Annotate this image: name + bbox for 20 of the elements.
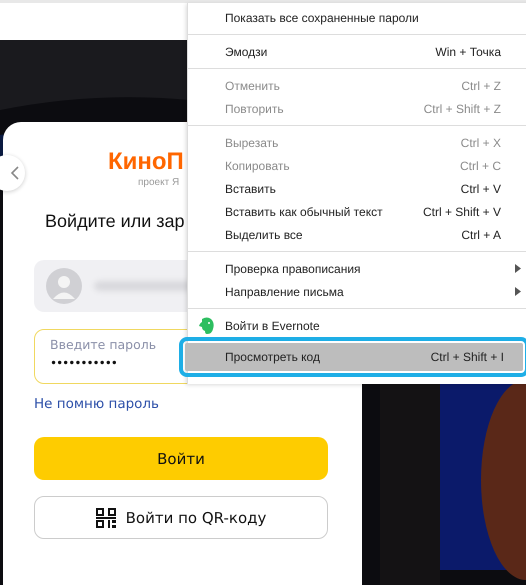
logo-caption: проект Я xyxy=(138,176,180,190)
field-value: ••••••••••• xyxy=(50,355,117,372)
qr-login-button[interactable]: Войти по QR-коду xyxy=(34,496,328,539)
heading: Войдите или зар xyxy=(45,210,185,233)
login-button[interactable]: Войти xyxy=(34,437,328,480)
menu-item[interactable]: Вставить Ctrl + V xyxy=(188,177,526,200)
menu-item[interactable]: Проверка правописания xyxy=(188,257,526,280)
menu-item[interactable]: Направление письма xyxy=(188,280,526,303)
chevron-left-icon xyxy=(10,165,20,181)
avatar-icon xyxy=(46,268,82,304)
forgot-password-link[interactable]: Не помню пароль xyxy=(34,395,160,413)
elephant-icon xyxy=(198,316,214,334)
menu-item[interactable]: Вставить как обычный текст Ctrl + Shift + V xyxy=(188,200,526,223)
menu-item[interactable]: Выделить все Ctrl + A xyxy=(188,223,526,246)
field-label: Введите пароль xyxy=(50,337,156,353)
menu-item[interactable]: Показать все сохраненные пароли xyxy=(188,6,526,29)
logo-text: КиноП xyxy=(108,148,184,176)
menu-item[interactable]: Эмодзи Win + Точка xyxy=(188,40,526,63)
qr-code-icon xyxy=(96,508,116,528)
menu-item[interactable]: Просмотреть код Ctrl + Shift + I xyxy=(185,343,523,371)
